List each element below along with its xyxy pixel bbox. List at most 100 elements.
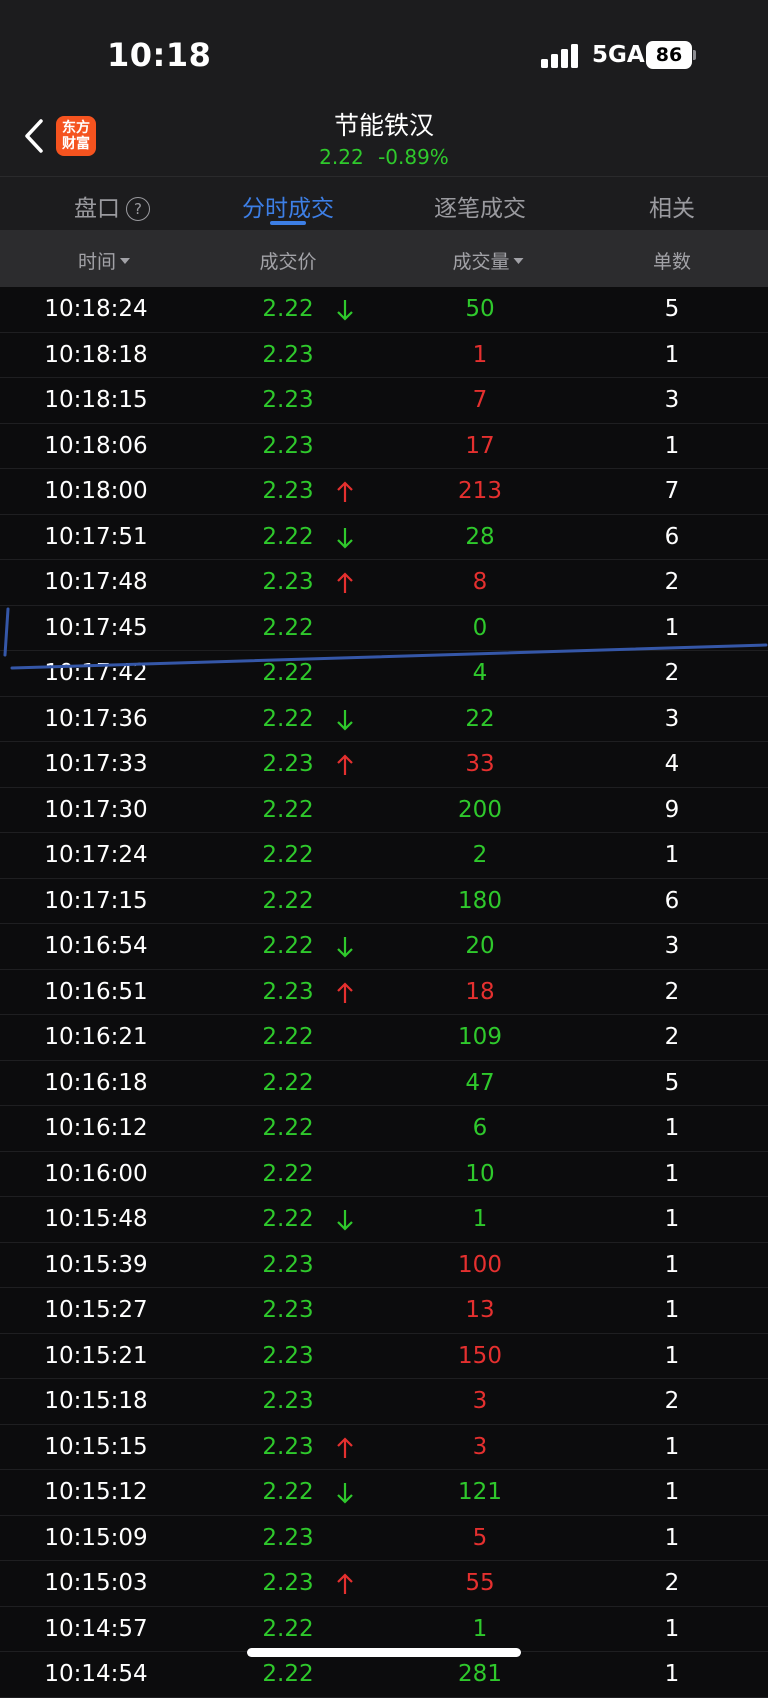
battery-tip (693, 50, 696, 60)
trade-time: 10:17:15 (44, 887, 148, 914)
table-row: 10:15:39 2.23 100 1 (0, 1242, 768, 1288)
trade-price: 2.22 (262, 1661, 314, 1687)
trade-time: 10:17:51 (44, 523, 148, 550)
trade-volume: 28 (465, 523, 495, 550)
table-row: 10:15:09 2.23 5 1 (0, 1515, 768, 1561)
tab-bar: 盘口? 分时成交 逐笔成交 相关 (0, 176, 768, 230)
trade-time: 10:15:15 (44, 1433, 148, 1460)
trade-price: 2.23 (262, 1433, 314, 1460)
trade-volume: 180 (458, 887, 502, 914)
trade-time: 10:18:06 (44, 432, 148, 459)
trade-time: 10:14:54 (44, 1661, 148, 1687)
table-row: 10:18:15 2.23 7 3 (0, 378, 768, 424)
table-row: 10:15:48 2.22 1 1 (0, 1197, 768, 1243)
trade-time: 10:18:15 (44, 387, 148, 413)
table-row: 10:15:15 2.23 3 1 (0, 1424, 768, 1470)
stock-change: -0.89% (378, 145, 449, 169)
table-row: 10:17:36 2.22 22 3 (0, 696, 768, 742)
tab-time-trades[interactable]: 分时成交 (242, 189, 334, 223)
stock-name: 节能铁汉 (333, 111, 434, 140)
trade-time: 10:15:48 (44, 1206, 148, 1232)
trade-price: 2.23 (262, 1297, 314, 1323)
trade-volume: 18 (465, 978, 495, 1005)
table-row: 10:17:24 2.22 2 1 (0, 833, 768, 879)
table-row: 10:15:12 2.22 121 1 (0, 1470, 768, 1516)
trade-price: 2.22 (262, 296, 314, 322)
trade-time: 10:15:21 (44, 1342, 148, 1369)
trade-time: 10:16:54 (44, 933, 148, 959)
trade-price: 2.23 (262, 1570, 314, 1596)
trade-price: 2.23 (262, 387, 314, 413)
trade-volume: 1 (472, 1615, 488, 1642)
table-row: 10:17:33 2.23 33 4 (0, 742, 768, 788)
table-row: 10:17:30 2.22 200 9 (0, 787, 768, 833)
up-arrow-icon (336, 1572, 354, 1596)
trade-count: 4 (664, 751, 680, 777)
trade-count: 1 (664, 1479, 680, 1505)
trade-price: 2.22 (262, 1024, 314, 1050)
trade-count: 1 (664, 1342, 680, 1369)
trade-time: 10:15:18 (44, 1388, 148, 1414)
trade-price: 2.22 (262, 614, 314, 641)
trade-time: 10:15:27 (44, 1297, 148, 1323)
table-row: 10:15:03 2.23 55 2 (0, 1561, 768, 1607)
trade-price: 2.22 (262, 1479, 314, 1505)
table-row: 10:17:48 2.23 8 2 (0, 560, 768, 606)
trade-count: 1 (664, 341, 680, 368)
trade-list[interactable]: 10:18:24 2.22 50 5 10:18:18 2.23 1 1 10:18:15 2.2… (0, 287, 768, 1698)
trade-time: 10:17:24 (44, 842, 148, 868)
trade-count: 1 (664, 1615, 680, 1642)
trade-volume: 150 (458, 1342, 502, 1369)
trade-count: 1 (664, 1115, 680, 1141)
up-arrow-icon (336, 981, 354, 1005)
network-type: 5GA (592, 42, 645, 68)
help-icon[interactable]: ? (126, 197, 150, 221)
trade-volume: 10 (465, 1160, 495, 1187)
trade-count: 3 (664, 387, 680, 413)
header-volume[interactable]: 成交量 (452, 247, 524, 274)
home-indicator[interactable] (247, 1648, 521, 1657)
trade-count: 9 (664, 796, 680, 823)
trade-count: 1 (664, 842, 680, 868)
trade-price: 2.22 (262, 887, 314, 914)
down-arrow-icon (336, 935, 354, 959)
up-arrow-icon (336, 1436, 354, 1460)
trade-time: 10:15:39 (44, 1251, 148, 1278)
trade-volume: 4 (472, 660, 488, 686)
trade-count: 1 (664, 432, 680, 459)
trade-count: 3 (664, 933, 680, 959)
trade-volume: 33 (465, 751, 495, 777)
trade-count: 2 (664, 1024, 680, 1050)
table-row: 10:16:21 2.22 109 2 (0, 1015, 768, 1061)
trade-price: 2.22 (262, 1160, 314, 1187)
tab-tick-trades[interactable]: 逐笔成交 (434, 189, 526, 223)
trade-volume: 13 (465, 1297, 495, 1323)
tab-related[interactable]: 相关 (649, 189, 695, 223)
trade-price: 2.22 (262, 842, 314, 868)
table-header: 时间 成交价 成交量 单数 (0, 230, 768, 287)
table-row: 10:16:12 2.22 6 1 (0, 1106, 768, 1152)
trade-price: 2.23 (262, 751, 314, 777)
trade-time: 10:16:18 (44, 1069, 148, 1096)
trade-count: 2 (664, 978, 680, 1005)
table-row: 10:18:06 2.23 17 1 (0, 423, 768, 469)
trade-volume: 1 (472, 341, 488, 368)
trade-volume: 5 (472, 1524, 488, 1551)
trade-time: 10:17:30 (44, 796, 148, 823)
trade-price: 2.22 (262, 796, 314, 823)
tab-order-book[interactable]: 盘口? (74, 189, 150, 223)
table-row: 10:18:00 2.23 213 7 (0, 469, 768, 515)
trade-count: 6 (664, 523, 680, 550)
trade-count: 2 (664, 1570, 680, 1596)
battery-level: 86 (646, 41, 692, 69)
trade-count: 1 (664, 1251, 680, 1278)
trade-count: 3 (664, 705, 680, 732)
trade-price: 2.23 (262, 1251, 314, 1278)
up-arrow-icon (336, 571, 354, 595)
up-arrow-icon (336, 480, 354, 504)
trade-volume: 1 (472, 1206, 488, 1232)
trade-price: 2.23 (262, 569, 314, 595)
header-time[interactable]: 时间 (78, 247, 131, 274)
trade-count: 1 (664, 1661, 680, 1687)
trade-time: 10:16:51 (44, 978, 148, 1005)
